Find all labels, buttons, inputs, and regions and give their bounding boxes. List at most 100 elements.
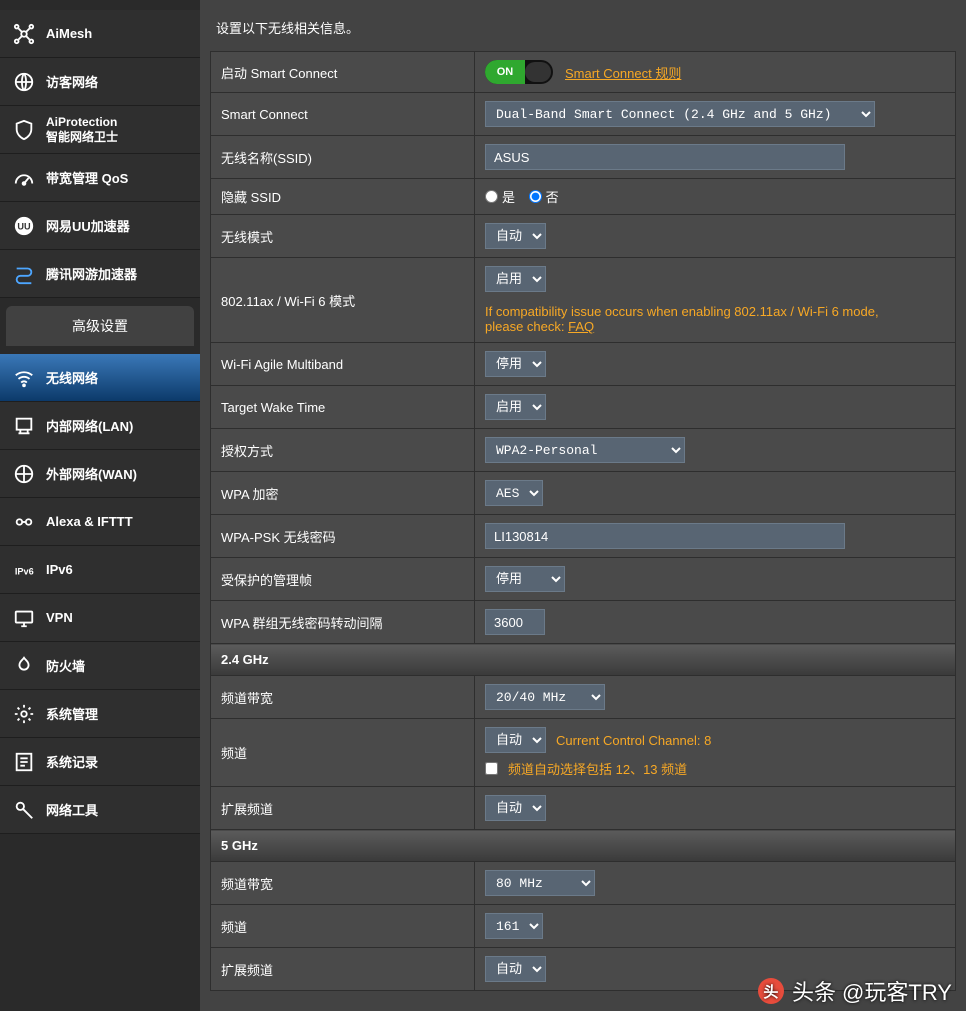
row-wpaenc-label: WPA 加密: [211, 472, 475, 515]
sidebar-item-label: Alexa & IFTTT: [46, 514, 133, 529]
sidebar-item-wan[interactable]: 外部网络(WAN): [0, 450, 200, 498]
guest-network-icon: [12, 70, 36, 94]
sidebar-item-label: 访客网络: [46, 72, 98, 91]
ssid-input[interactable]: [485, 144, 845, 170]
sidebar-item-aimesh[interactable]: AiMesh: [0, 10, 200, 58]
sidebar-item-label: AiProtection智能网络卫士: [46, 115, 118, 144]
smart-connect-rule-link[interactable]: Smart Connect 规则: [565, 63, 681, 82]
system-log-icon: [12, 750, 36, 774]
sidebar-item-label: AiMesh: [46, 26, 92, 41]
section-24ghz: 2.4 GHz: [211, 644, 956, 676]
sidebar-item-label: 无线网络: [46, 368, 98, 387]
sidebar-item-administration[interactable]: 系统管理: [0, 690, 200, 738]
sidebar-item-wireless[interactable]: 无线网络: [0, 354, 200, 402]
sidebar-item-ipv6[interactable]: IPv6 IPv6: [0, 546, 200, 594]
sidebar-item-network-tools[interactable]: 网络工具: [0, 786, 200, 834]
hide-ssid-yes[interactable]: 是: [485, 187, 515, 206]
row-smart-connect-label: Smart Connect: [211, 93, 475, 136]
sidebar-item-label: IPv6: [46, 562, 73, 577]
toggle-on-label: ON: [485, 60, 525, 84]
sidebar-item-label: 外部网络(WAN): [46, 464, 137, 483]
row-ax-label: 802.11ax / Wi-Fi 6 模式: [211, 258, 475, 343]
firewall-icon: [12, 654, 36, 678]
row-twt-label: Target Wake Time: [211, 386, 475, 429]
section-5ghz: 5 GHz: [211, 830, 956, 862]
sidebar-item-aiprotection[interactable]: AiProtection智能网络卫士: [0, 106, 200, 154]
psk-input[interactable]: [485, 523, 845, 549]
svg-text:UU: UU: [17, 221, 31, 231]
sidebar-item-label: 腾讯网游加速器: [46, 264, 137, 283]
ext5-select[interactable]: 自动: [485, 956, 546, 982]
row-24ext-label: 扩展频道: [211, 787, 475, 830]
main-panel: 设置以下无线相关信息。 启动 Smart Connect ON Smart Co…: [200, 0, 966, 1011]
wpaenc-select[interactable]: AES: [485, 480, 543, 506]
twt-select[interactable]: 启用: [485, 394, 546, 420]
row-5ext-label: 扩展频道: [211, 948, 475, 991]
sidebar-item-qos[interactable]: 带宽管理 QoS: [0, 154, 200, 202]
row-5ch-label: 频道: [211, 905, 475, 948]
watermark-logo-icon: 头: [758, 978, 784, 1004]
toggle-knob-icon: [525, 62, 551, 82]
sidebar-item-alexa-ifttt[interactable]: Alexa & IFTTT: [0, 498, 200, 546]
current-channel-24: Current Control Channel: 8: [556, 733, 711, 748]
sidebar-item-label: 系统管理: [46, 704, 98, 723]
row-psk-label: WPA-PSK 无线密码: [211, 515, 475, 558]
sidebar-item-uu-booster[interactable]: UU 网易UU加速器: [0, 202, 200, 250]
sidebar: AiMesh 访客网络 AiProtection智能网络卫士带宽管理 QoS UU 网易…: [0, 0, 200, 1011]
smart-connect-toggle[interactable]: ON: [485, 60, 553, 84]
sidebar-item-firewall[interactable]: 防火墙: [0, 642, 200, 690]
row-agile-label: Wi-Fi Agile Multiband: [211, 343, 475, 386]
row-24ch-label: 频道: [211, 719, 475, 787]
sidebar-item-lan[interactable]: 内部网络(LAN): [0, 402, 200, 450]
gtk-input[interactable]: [485, 609, 545, 635]
sidebar-item-label: 带宽管理 QoS: [46, 168, 128, 187]
ch5-select[interactable]: 161: [485, 913, 543, 939]
sidebar-item-label: 系统记录: [46, 752, 98, 771]
row-ssid-label: 无线名称(SSID): [211, 136, 475, 179]
sidebar-item-label: VPN: [46, 610, 73, 625]
aiprotection-icon: [12, 118, 36, 142]
sidebar-item-vpn[interactable]: VPN: [0, 594, 200, 642]
tencent-booster-icon: [12, 262, 36, 286]
svg-text:IPv6: IPv6: [15, 566, 34, 576]
sidebar-item-label: 网易UU加速器: [46, 216, 130, 235]
wireless-settings-table: 启动 Smart Connect ON Smart Connect 规则 Sma…: [210, 51, 956, 991]
sidebar-item-label: 网络工具: [46, 800, 98, 819]
wan-icon: [12, 462, 36, 486]
ipv6-icon: IPv6: [12, 558, 36, 582]
row-24bw-label: 频道带宽: [211, 676, 475, 719]
lan-icon: [12, 414, 36, 438]
ax-faq-link[interactable]: FAQ: [568, 319, 594, 334]
ext24-select[interactable]: 自动: [485, 795, 546, 821]
sidebar-item-guest-network[interactable]: 访客网络: [0, 58, 200, 106]
sidebar-section-advanced: 高级设置: [6, 306, 194, 346]
wlmode-select[interactable]: 自动: [485, 223, 546, 249]
ax-note: If compatibility issue occurs when enabl…: [485, 304, 915, 334]
alexa-ifttt-icon: [12, 510, 36, 534]
ch24-auto-include[interactable]: 频道自动选择包括 12、13 频道: [485, 759, 945, 778]
pmf-select[interactable]: 停用: [485, 566, 565, 592]
sidebar-item-tencent-booster[interactable]: 腾讯网游加速器: [0, 250, 200, 298]
sidebar-item-label: 防火墙: [46, 656, 85, 675]
bw5-select[interactable]: 80 MHz: [485, 870, 595, 896]
bw24-select[interactable]: 20/40 MHz: [485, 684, 605, 710]
hide-ssid-no[interactable]: 否: [529, 187, 559, 206]
row-auth-label: 授权方式: [211, 429, 475, 472]
row-hide-ssid-label: 隐藏 SSID: [211, 179, 475, 215]
administration-icon: [12, 702, 36, 726]
page-description: 设置以下无线相关信息。: [210, 8, 956, 51]
sidebar-item-system-log[interactable]: 系统记录: [0, 738, 200, 786]
auth-select[interactable]: WPA2-Personal: [485, 437, 685, 463]
watermark: 头 头条 @玩客TRY: [758, 975, 952, 1007]
ax-select[interactable]: 启用: [485, 266, 546, 292]
network-tools-icon: [12, 798, 36, 822]
row-gtk-label: WPA 群组无线密码转动间隔: [211, 601, 475, 644]
wireless-icon: [12, 366, 36, 390]
sidebar-item-label: 内部网络(LAN): [46, 416, 133, 435]
ch24-select[interactable]: 自动: [485, 727, 546, 753]
vpn-icon: [12, 606, 36, 630]
smart-connect-select[interactable]: Dual-Band Smart Connect (2.4 GHz and 5 G…: [485, 101, 875, 127]
uu-booster-icon: UU: [12, 214, 36, 238]
row-smart-connect-enable-label: 启动 Smart Connect: [211, 52, 475, 93]
agile-select[interactable]: 停用: [485, 351, 546, 377]
